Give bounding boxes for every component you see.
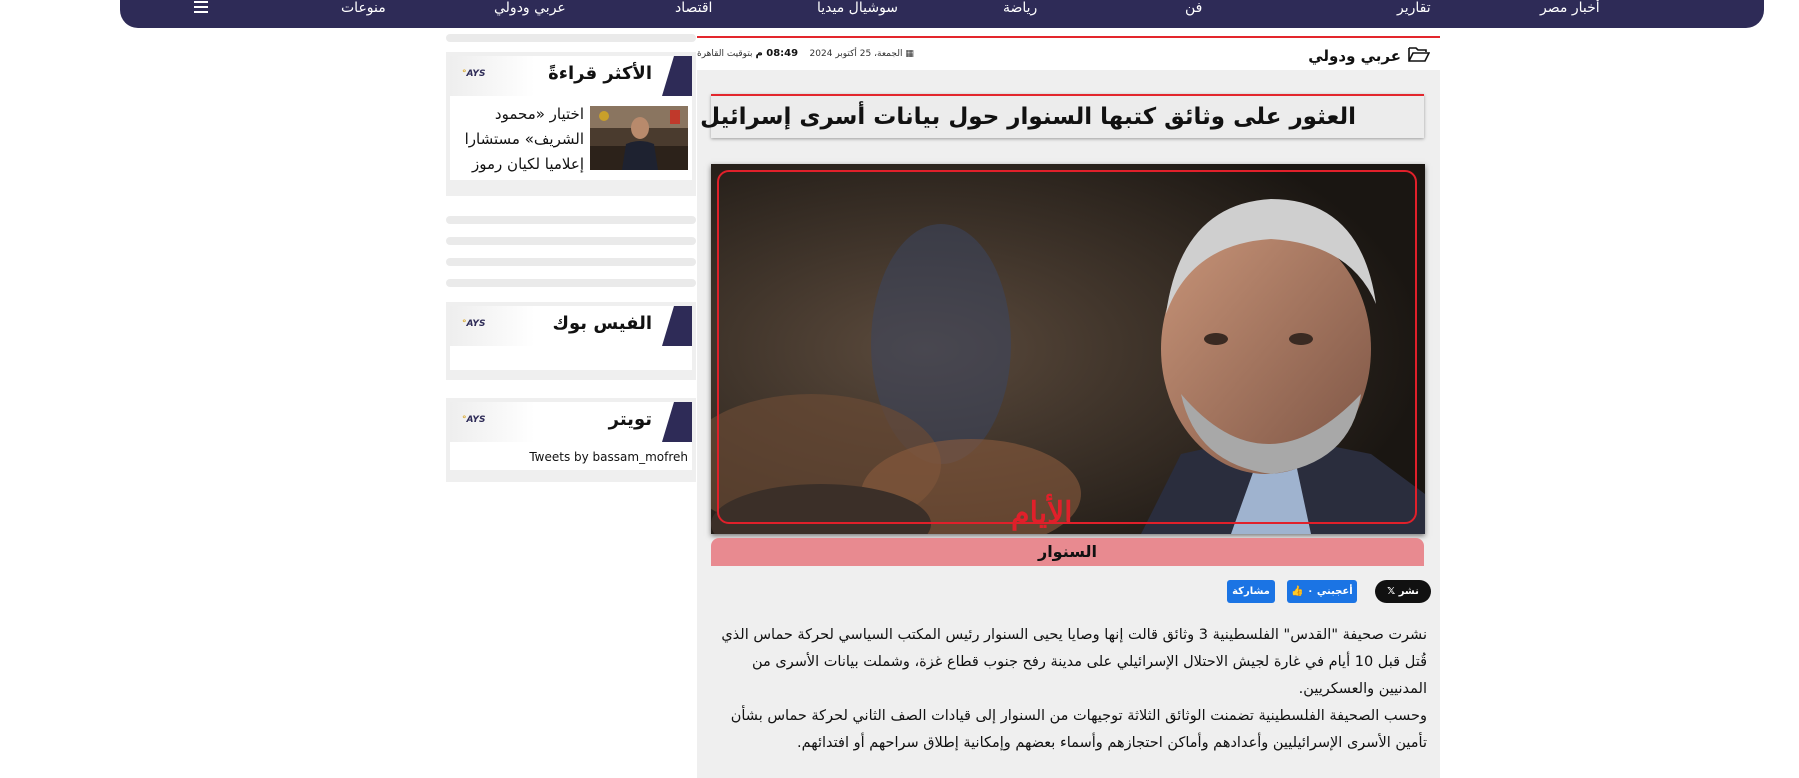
nav-item-art[interactable]: فن — [1185, 0, 1202, 16]
facebook-widget: الفيس بوك °AYS — [446, 302, 696, 380]
widget-header: الأكثر قراءةً °AYS — [450, 56, 692, 96]
facebook-like-button[interactable]: 👍 أعجبني ٠ — [1287, 580, 1357, 603]
twitter-widget: تويتر °AYS Tweets by bassam_mofreh — [446, 398, 696, 482]
nav-item-social-media[interactable]: سوشيال ميديا — [817, 0, 898, 16]
article-paragraph: وحسب الصحيفة الفلسطينية تضمنت الوثائق ال… — [730, 708, 1427, 751]
nav-item-economy[interactable]: اقتصاد — [675, 0, 712, 16]
hamburger-icon[interactable] — [194, 1, 208, 13]
most-read-item[interactable]: اختيار «محمود الشريف» مستشارا إعلاميا لك… — [450, 102, 692, 174]
article-date: الجمعة، 25 أكتوبر 2024 — [809, 49, 903, 59]
widget-title: الأكثر قراءةً — [548, 63, 652, 84]
x-logo-icon: 𝕏 — [1387, 586, 1396, 597]
site-logo: °AYS — [462, 415, 486, 425]
widget-tab-shape — [662, 306, 692, 346]
sidebar-divider — [446, 237, 696, 245]
article-column: عربي ودولي ▦ الجمعة، 25 أكتوبر 2024 08:4… — [697, 36, 1440, 778]
widget-header: تويتر °AYS — [450, 402, 692, 442]
folder-open-icon — [1408, 46, 1431, 66]
headline-box: العثور على وثائق كتبها السنوار حول بيانا… — [700, 94, 1424, 138]
article-title: العثور على وثائق كتبها السنوار حول بيانا… — [700, 104, 1356, 130]
nav-item-reports[interactable]: تقارير — [1397, 0, 1431, 16]
photo-watermark-logo: الأيام — [1011, 496, 1073, 531]
widget-title: الفيس بوك — [552, 313, 652, 334]
article-paragraph: نشرت صحيفة "القدس" الفلسطينية 3 وثائق قا… — [721, 627, 1427, 697]
article-time: 08:49 م — [755, 48, 799, 59]
sidebar-divider — [446, 216, 696, 224]
thumbs-up-icon: 👍 — [1291, 586, 1304, 597]
calendar-icon: ▦ — [905, 49, 914, 59]
widget-tab-shape — [662, 402, 692, 442]
nav-item-egypt-news[interactable]: أخبار مصر — [1540, 0, 1600, 16]
widget-tab-shape — [662, 56, 692, 96]
widget-title: تويتر — [608, 409, 652, 430]
sidebar-divider — [446, 34, 696, 42]
x-share-button[interactable]: 𝕏 نشر — [1375, 580, 1431, 603]
tweets-by-link[interactable]: Tweets by bassam_mofreh — [529, 450, 688, 464]
most-read-thumbnail[interactable] — [590, 106, 688, 170]
category-bar: عربي ودولي ▦ الجمعة، 25 أكتوبر 2024 08:4… — [697, 36, 1440, 70]
most-read-title[interactable]: اختيار «محمود الشريف» مستشارا إعلاميا لك… — [454, 102, 584, 177]
most-read-widget: الأكثر قراءةً °AYS اختيار «محمود الشريف»… — [446, 52, 696, 196]
nav-item-misc[interactable]: منوعات — [341, 0, 386, 16]
top-navigation: أخبار مصر تقارير فن رياضة سوشيال ميديا ا… — [120, 0, 1799, 28]
widget-header: الفيس بوك °AYS — [450, 306, 692, 346]
sidebar-divider — [446, 258, 696, 266]
site-logo: °AYS — [462, 319, 486, 329]
nav-item-arab-international[interactable]: عربي ودولي — [494, 0, 566, 16]
photo-frame — [717, 170, 1417, 524]
article-meta: ▦ الجمعة، 25 أكتوبر 2024 08:49 م بتوقيت … — [697, 48, 914, 59]
article-timezone: بتوقيت القاهرة — [697, 49, 753, 59]
nav-item-sports[interactable]: رياضة — [1003, 0, 1037, 16]
photo-caption: السنوار — [711, 538, 1424, 566]
facebook-share-button[interactable]: مشاركة — [1227, 580, 1275, 603]
article-photo: الأيام — [711, 164, 1425, 534]
sidebar-divider — [446, 279, 696, 287]
category-title[interactable]: عربي ودولي — [1308, 47, 1401, 65]
site-logo: °AYS — [462, 69, 486, 79]
article-body: نشرت صحيفة "القدس" الفلسطينية 3 وثائق قا… — [707, 622, 1427, 757]
